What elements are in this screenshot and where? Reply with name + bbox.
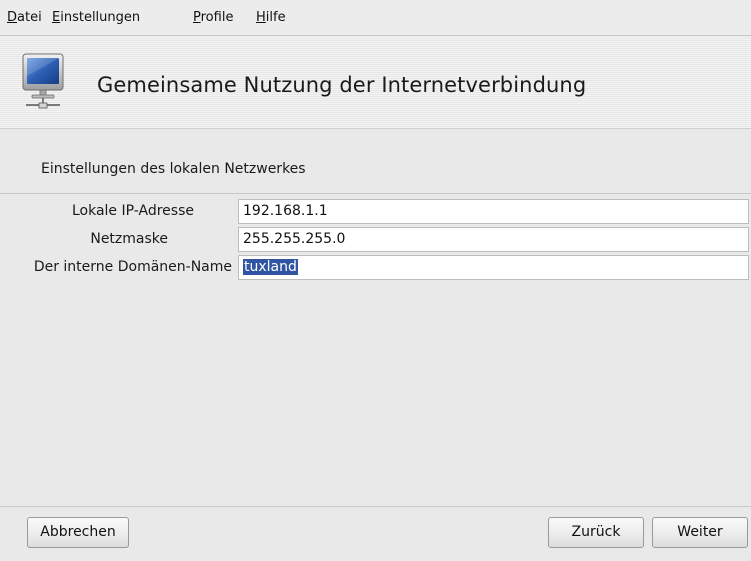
section-divider — [0, 193, 751, 194]
back-button[interactable]: Zurück — [548, 517, 644, 548]
footer-divider — [0, 506, 751, 507]
domain-name-value: tuxland — [243, 259, 298, 275]
ip-address-input[interactable]: 192.168.1.1 — [238, 199, 749, 224]
menu-hilfe[interactable]: Hilfe — [256, 10, 286, 25]
ip-address-value: 192.168.1.1 — [243, 203, 328, 219]
domain-name-input[interactable]: tuxland — [238, 255, 749, 280]
domain-name-label: Der interne Domänen-Name — [33, 259, 232, 275]
cancel-button[interactable]: Abbrechen — [27, 517, 129, 548]
netmask-value: 255.255.255.0 — [243, 231, 346, 247]
network-computer-icon — [22, 53, 64, 109]
page-title: Gemeinsame Nutzung der Internetverbindun… — [97, 73, 587, 97]
netmask-label: Netzmaske — [90, 231, 168, 247]
menu-profile[interactable]: Profile — [193, 10, 233, 25]
header-banner: Gemeinsame Nutzung der Internetverbindun… — [0, 37, 751, 129]
next-button[interactable]: Weiter — [652, 517, 748, 548]
netmask-input[interactable]: 255.255.255.0 — [238, 227, 749, 252]
menu-einstellungen[interactable]: Einstellungen — [52, 10, 140, 25]
menu-datei[interactable]: Datei — [7, 10, 42, 25]
ip-address-label: Lokale IP-Adresse — [71, 203, 194, 219]
section-title: Einstellungen des lokalen Netzwerkes — [41, 161, 306, 177]
menu-bar: Datei Einstellungen Profile Hilfe — [0, 0, 751, 36]
